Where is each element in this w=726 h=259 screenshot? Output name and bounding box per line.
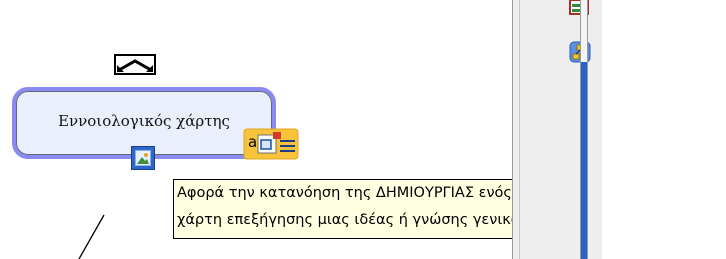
blank-area <box>602 0 726 259</box>
svg-text:a: a <box>248 133 257 151</box>
side-toolbar <box>512 0 602 259</box>
annotation-icon[interactable]: a <box>243 127 301 161</box>
image-icon[interactable] <box>131 146 155 170</box>
map-canvas[interactable]: Εννοιολογικός χάρτης a Αφορά την κατανόη… <box>0 0 726 259</box>
concept-label: Εννοιολογικός χάρτης <box>58 112 230 130</box>
